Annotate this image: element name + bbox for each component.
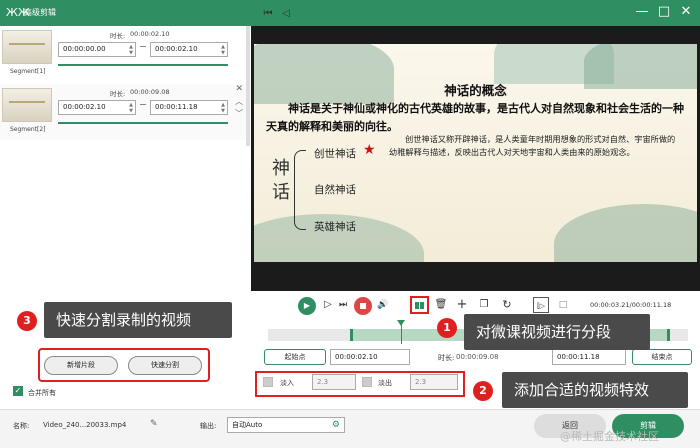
split-button[interactable] — [410, 296, 429, 314]
chevron-down-icon[interactable]: ﹀ — [235, 108, 243, 119]
mark-out-icon[interactable]: □ — [556, 297, 570, 313]
slide-big-text: 神话 — [272, 158, 290, 203]
brace-shape — [294, 150, 306, 230]
slide-item: 英雄神话 — [314, 221, 356, 233]
fade-out-label: 淡出 — [378, 379, 392, 387]
prev-frame-icon[interactable]: ◁ — [280, 6, 292, 22]
segment-progress-bar — [58, 122, 228, 124]
stepper-icon[interactable]: ▲ ▼ — [221, 102, 225, 114]
reset-icon[interactable]: ↻ — [500, 297, 514, 313]
minimize-button[interactable]: — — [634, 4, 650, 20]
fade-out-checkbox[interactable] — [362, 377, 372, 387]
close-button[interactable]: ✕ — [678, 4, 694, 20]
window-title: 高级剪辑 — [24, 8, 56, 17]
stepper-icon[interactable]: ▲ ▼ — [129, 44, 133, 56]
new-segment-button[interactable]: 新增片段 — [44, 356, 118, 375]
skip-start-icon[interactable]: ⏮ — [262, 6, 274, 22]
end-point-button[interactable]: 结束点 — [632, 349, 692, 365]
slide-item: 创世神话 — [314, 148, 356, 160]
segment-duration-label: 时长: — [110, 90, 126, 98]
trim-duration-label: 时长: — [438, 354, 455, 362]
watermark: @稀土掘金技术社区 — [560, 430, 659, 443]
slide-paragraph: 神话是关于神仙或神化的古代英雄的故事，是古代人对自然现象和社会生活的一种天真的解… — [266, 102, 684, 133]
add-icon[interactable]: + — [455, 297, 469, 313]
mark-in-icon[interactable]: [▷ — [533, 297, 549, 313]
segment-duration: 00:00:09.08 — [130, 88, 170, 96]
segment-start-input[interactable]: 00:00:02.10 ▲ ▼ — [58, 100, 136, 115]
slide-item: 自然神话 — [314, 184, 356, 196]
merge-all-label: 合并所有 — [28, 389, 56, 397]
stepper-icon[interactable]: ▲ ▼ — [129, 102, 133, 114]
segment-thumbnail — [2, 30, 52, 64]
annotation-callout: 添加合适的视频特效 — [502, 372, 688, 408]
slide-description: 创世神话又称开辟神话，是人类童年时期用想象的形式对自然、宇宙所做的幼稚解释与描述… — [389, 134, 676, 157]
annotation-number: 2 — [473, 381, 493, 401]
close-icon[interactable]: ✕ — [235, 84, 243, 94]
segment-progress-bar — [58, 64, 228, 66]
trim-duration: 00:00:09.08 — [456, 353, 499, 361]
fade-in-input[interactable]: 2.3 — [312, 374, 356, 390]
segment-end-input[interactable]: 00:00:02.10 ▲ ▼ — [150, 42, 228, 57]
delete-icon[interactable]: 🗑 — [434, 297, 448, 313]
annotation-number: 3 — [17, 311, 37, 331]
record-stop-button[interactable] — [354, 297, 372, 315]
next-frame-icon[interactable]: ▷ — [322, 297, 334, 313]
segment-duration-label: 时长: — [110, 32, 126, 40]
copy-icon[interactable]: ❐ — [477, 297, 491, 313]
slide-frame: 神话的概念 神话是关于神仙或神化的古代英雄的故事，是古代人对自然现象和社会生活的… — [254, 44, 697, 262]
quick-split-button[interactable]: 快速分割 — [128, 356, 202, 375]
edit-name-icon[interactable]: ✎ — [150, 419, 158, 429]
segment-end-input[interactable]: 00:00:11.18 ▲ ▼ — [150, 100, 228, 115]
volume-icon[interactable]: 🔊 — [376, 297, 390, 313]
title-bar: ЖЖ 高级剪辑 — □ ✕ — [0, 0, 700, 26]
output-label: 输出: — [200, 422, 217, 430]
playhead-marker[interactable] — [397, 320, 405, 344]
range-dash — [140, 104, 146, 105]
timecode-display: 00:00:03.21/00:00:11.18 — [590, 301, 672, 309]
slide-title: 神话的概念 — [444, 83, 507, 98]
scrollbar[interactable] — [246, 26, 250, 146]
range-dash — [140, 46, 146, 47]
segment-item-2[interactable]: Segment[2] 时长: 00:00:09.08 00:00:02.10 ▲ ▼… — [0, 84, 251, 140]
output-select[interactable]: 自动Auto ⚙ — [227, 417, 345, 433]
star-icon: ★ — [363, 142, 376, 158]
segment-thumbnail — [2, 88, 52, 122]
segment-item-1[interactable]: Segment[1] 时长: 00:00:02.10 00:00:00.00 ▲ ▼… — [0, 26, 251, 82]
skip-end-icon[interactable]: ⏭ — [337, 297, 349, 313]
annotation-callout: 快速分割录制的视频 — [44, 302, 232, 338]
chevron-up-icon[interactable]: ︿ — [235, 96, 243, 107]
name-label: 名称: — [13, 422, 30, 430]
trim-end-input[interactable]: 00:00:11.18 — [552, 349, 626, 365]
app-logo-icon: ЖЖ — [6, 6, 30, 19]
trim-start-input[interactable]: 00:00:02.10 — [330, 349, 410, 365]
segment-label: Segment[2] — [10, 126, 46, 133]
play-button[interactable]: ▶ — [298, 297, 316, 315]
segment-duration: 00:00:02.10 — [130, 30, 170, 38]
merge-all-checkbox[interactable]: ✓ — [13, 386, 23, 396]
annotation-number: 1 — [437, 318, 457, 338]
segment-start-input[interactable]: 00:00:00.00 ▲ ▼ — [58, 42, 136, 57]
annotation-callout: 对微课视频进行分段 — [464, 314, 650, 350]
start-point-button[interactable]: 起始点 — [264, 349, 326, 365]
gear-icon[interactable]: ⚙ — [332, 418, 340, 432]
segment-label: Segment[1] — [10, 68, 46, 75]
fade-out-input[interactable]: 2.3 — [410, 374, 458, 390]
stepper-icon[interactable]: ▲ ▼ — [221, 44, 225, 56]
fade-in-label: 淡入 — [280, 379, 294, 387]
file-name: Video_240...20033.mp4 — [43, 421, 127, 429]
fade-in-checkbox[interactable] — [263, 377, 273, 387]
maximize-button[interactable]: □ — [656, 4, 672, 20]
